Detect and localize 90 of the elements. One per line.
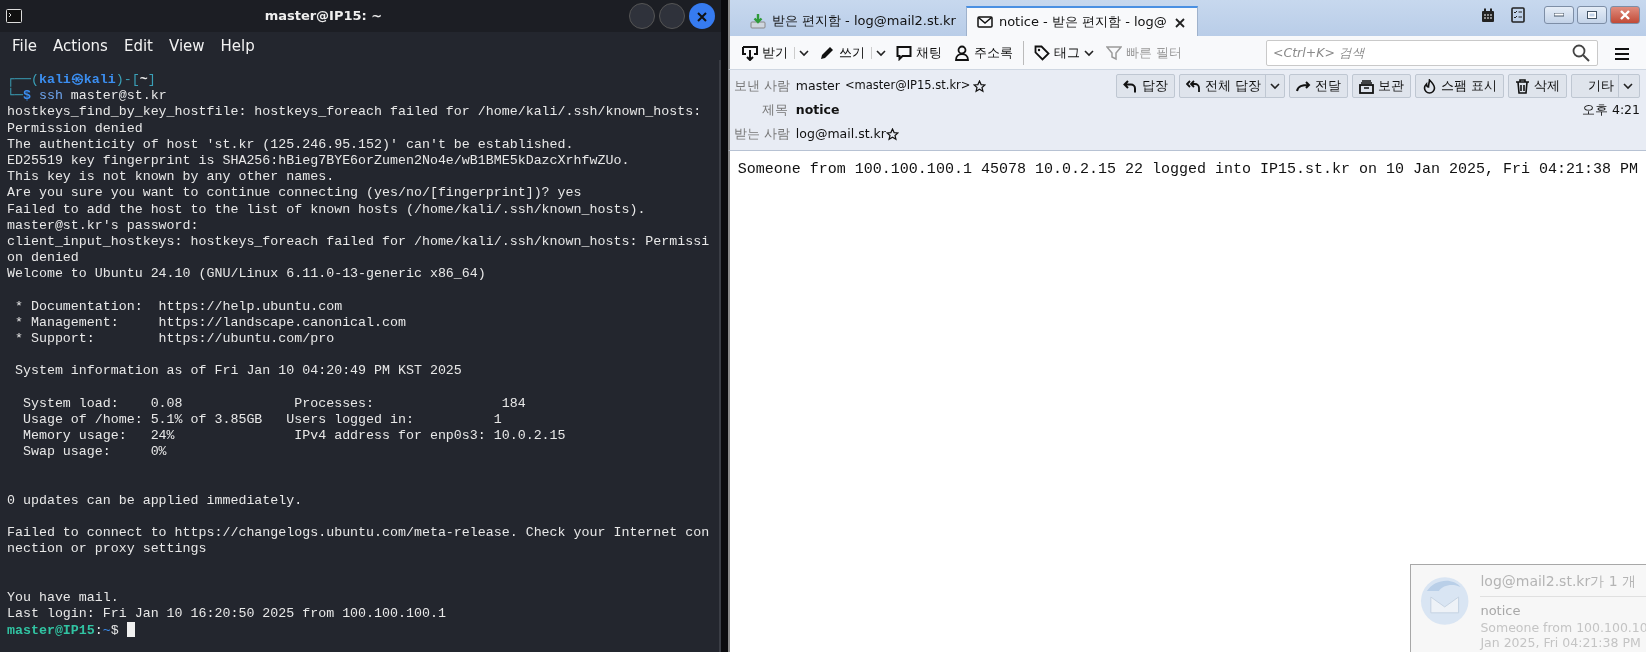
person-icon	[953, 44, 970, 61]
message-action-button[interactable]: 답장	[1116, 74, 1176, 98]
maximize-icon	[1587, 11, 1597, 19]
search-icon	[1572, 43, 1590, 62]
archive-box-icon	[1359, 78, 1374, 94]
trash-can-icon	[1515, 78, 1530, 94]
menu-item[interactable]: Actions	[47, 34, 114, 58]
toolbar-button[interactable]: 채팅	[889, 40, 948, 65]
terminal-prompt: └─$ ssh master@st.kr	[7, 88, 167, 104]
terminal-line: * Management: https://landscape.canonical.com	[13, 314, 406, 331]
tag-icon	[1033, 44, 1050, 61]
toolbar-button[interactable]: 주소록	[947, 40, 1019, 65]
notification-title: log@mail2.st.kr가 1 개	[1480, 570, 1646, 597]
message-action-button[interactable]: 전체 답장	[1179, 74, 1285, 98]
terminal-line: Permission denied	[7, 120, 143, 137]
message-subject: notice	[795, 100, 840, 119]
menu-item[interactable]: View	[162, 34, 211, 58]
terminal-line: Last login: Fri Jan 10 16:20:50 2025 from 100.100.100.1	[7, 606, 446, 623]
terminal-line: This key is not known by any other names.	[7, 169, 335, 186]
terminal-line: on denied	[7, 250, 79, 267]
field-label: 보낸 사람	[733, 76, 791, 95]
terminal-app-icon	[6, 9, 22, 23]
funnel-icon	[1105, 44, 1122, 61]
message-action-button[interactable]: 보관	[1352, 74, 1411, 98]
terminal-line: System information as of Fri Jan 10 04:20:49 PM KST 2025	[13, 363, 462, 380]
chat-bubble-icon	[895, 44, 912, 61]
toolbar-button[interactable]: 태그	[1027, 40, 1100, 65]
recipient-address: log@mail.st.kr	[795, 124, 886, 143]
message-action-button[interactable]: 스팸 표시	[1415, 74, 1504, 98]
terminal-line: System load: 0.08 Processes: 184	[21, 395, 526, 412]
tab[interactable]: notice - 받은 편지함 - log@	[965, 6, 1198, 36]
sender-name: master	[795, 76, 840, 95]
toolbar-button[interactable]: 받기	[735, 40, 794, 65]
close-icon	[696, 11, 707, 22]
close-button[interactable]	[1610, 6, 1640, 24]
tab[interactable]: 받은 편지함 - log@mail2.st.kr	[739, 6, 966, 36]
forward-arrow-icon	[1296, 78, 1311, 94]
caret-icon	[798, 48, 809, 57]
terminal-prompt: master@IP15:~$	[7, 623, 119, 639]
field-label: 받는 사람	[733, 124, 791, 143]
menu-item[interactable]: Edit	[117, 34, 159, 58]
terminal-line: nection or proxy settings	[7, 541, 207, 558]
star-icon[interactable]	[885, 127, 899, 141]
menu-icon	[1614, 47, 1630, 61]
terminal-line: The authenticity of host 'st.kr (125.246.95.152)' can't be established.	[7, 136, 574, 153]
search-field[interactable]: <Ctrl+K> 검색	[1266, 39, 1598, 66]
window-title: master@IP15: ~	[263, 7, 384, 26]
terminal-line: Failed to connect to https://changelogs.ubuntu.com/meta-release. Check your Internet con	[7, 525, 710, 542]
minimize-icon	[1554, 13, 1564, 17]
star-icon[interactable]	[973, 79, 987, 93]
terminal-line: You have mail.	[7, 590, 119, 607]
calendar-icon[interactable]	[1481, 7, 1495, 23]
terminal-line: hostkeys_find_by_key_hostfile: hostkeys_foreach failed for /home/kali/.ssh/known_hosts:	[7, 104, 702, 121]
message-time: 오후 4:21	[1581, 100, 1640, 119]
message-action-button[interactable]: 기타	[1571, 74, 1640, 98]
terminal-line: client_input_hostkeys: hostkeys_foreach failed for /home/kali/.ssh/known_hosts: Permissi	[7, 233, 710, 251]
close-icon	[1174, 17, 1185, 28]
terminal-line: Failed to add the host to the list of known hosts (/home/kali/.ssh/known_hosts).	[7, 201, 646, 218]
reply-arrow-icon	[1123, 78, 1139, 94]
notification-subject: notice	[1480, 601, 1522, 620]
message-body-text: Someone from 100.100.100.1 45078 10.0.2.15 22 logged into IP15.st.kr on 10 Jan 2025, Fri 04:21:38 PM	[737, 160, 1638, 180]
terminal-line: Welcome to Ubuntu 24.10 (GNU/Linux 6.11.0-13-generic x86_64)	[7, 266, 486, 283]
menu-item[interactable]: File	[6, 34, 44, 58]
sender-address: <master@IP15.st.kr>	[844, 77, 971, 95]
inbox-download-icon	[749, 13, 766, 29]
message-action-button[interactable]: 전달	[1289, 74, 1348, 98]
message-action-button[interactable]: 삭제	[1508, 74, 1567, 98]
terminal-line: * Support: https://ubuntu.com/pro	[13, 331, 335, 348]
task-list-icon[interactable]	[1511, 7, 1525, 23]
terminal-line: 0 updates can be applied immediately.	[7, 492, 303, 510]
pencil-icon	[818, 44, 835, 61]
close-button[interactable]	[688, 3, 715, 29]
terminal-line: master@st.kr's password:	[7, 217, 199, 234]
terminal-line: Memory usage: 24% IPv4 address for enp0s3: 10.0.2.15	[21, 428, 566, 445]
close-icon	[1619, 10, 1631, 20]
terminal-line: Usage of /home: 5.1% of 3.85GB Users logged in: 1	[21, 411, 502, 429]
terminal-prompt: ┌──(kali㉿kali)-[~]	[7, 72, 156, 87]
flame-icon	[1422, 78, 1437, 94]
caret-icon	[875, 48, 886, 57]
menu-item[interactable]: Help	[214, 34, 261, 58]
maximize-button[interactable]	[1577, 6, 1607, 24]
terminal-line: Swap usage: 0%	[21, 444, 167, 461]
reply-all-arrow-icon	[1186, 78, 1202, 94]
envelope-icon	[976, 14, 993, 30]
toolbar-button[interactable]: 쓰기	[812, 40, 871, 65]
field-label: 제목	[760, 100, 789, 119]
terminal-line: * Documentation: https://help.ubuntu.com	[13, 298, 343, 315]
download-tray-icon	[741, 44, 758, 61]
terminal-line: Are you sure you want to continue connecting (yes/no/[fingerprint])? yes	[7, 185, 582, 202]
terminal-line: ED25519 key fingerprint is SHA256:hBieg7BYE6orZumen2No4e/wB1BME5kDazcXrhfwZUo.	[7, 152, 630, 170]
